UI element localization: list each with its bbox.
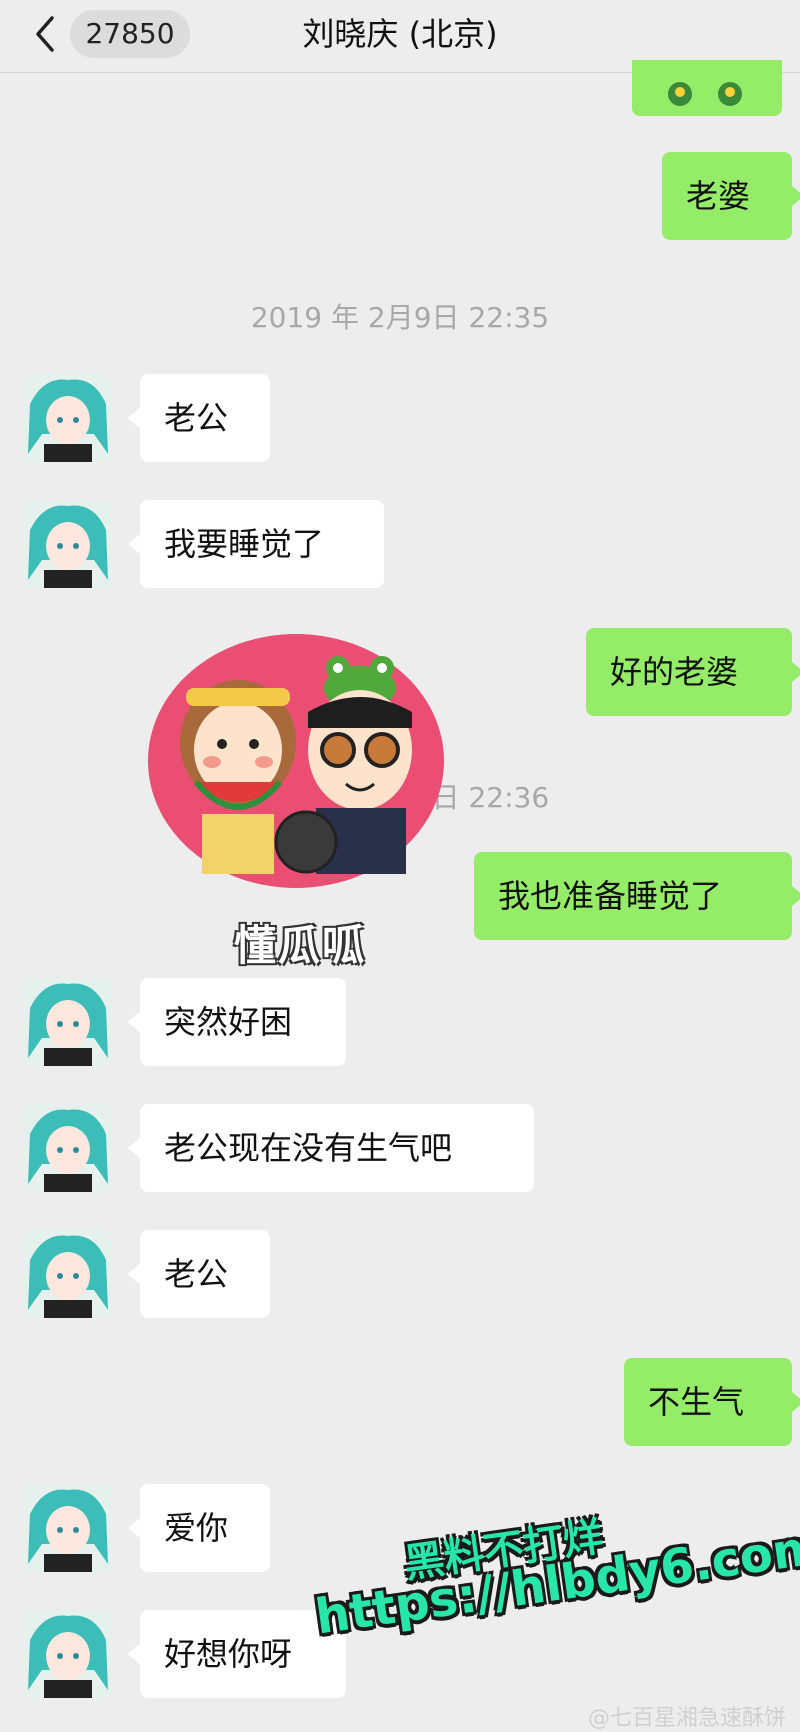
partial-outgoing-bubble (632, 60, 782, 116)
message-bubble-outgoing[interactable]: 不生气 (624, 1358, 800, 1446)
contact-avatar[interactable] (24, 1230, 112, 1318)
contact-avatar[interactable] (24, 1484, 112, 1572)
unread-count-badge[interactable]: 27850 (70, 10, 190, 58)
message-bubble-incoming[interactable]: 好想你呀 (128, 1610, 346, 1698)
contact-avatar[interactable] (24, 1610, 112, 1698)
message-bubble-outgoing[interactable]: 我也准备睡觉了 (474, 852, 800, 940)
message-bubble-incoming[interactable]: 老公 (128, 1230, 270, 1318)
timestamp: 2019 年 2月9日 22:35 (250, 301, 550, 334)
contact-avatar[interactable] (24, 500, 112, 588)
message-bubble-outgoing[interactable]: 老婆 (662, 152, 800, 240)
weibo-credit: @七百星湘急速酥饼 (587, 1706, 786, 1731)
contact-avatar[interactable] (24, 374, 112, 462)
message-bubble-outgoing[interactable]: 好的老婆 (586, 628, 800, 716)
message-bubble-incoming[interactable]: 我要睡觉了 (128, 500, 384, 588)
sticker-caption: 懂瓜呱 (233, 921, 366, 970)
message-bubble-incoming[interactable]: 爱你 (128, 1484, 270, 1572)
contact-avatar[interactable] (24, 978, 112, 1066)
couple-sticker-image (148, 634, 444, 888)
contact-avatar[interactable] (24, 1104, 112, 1192)
back-arrow-icon[interactable] (30, 12, 60, 56)
chat-title: 刘晓庆 (北京) (302, 15, 498, 53)
message-bubble-incoming[interactable]: 老公现在没有生气吧 (128, 1104, 534, 1192)
message-bubble-incoming[interactable]: 老公 (128, 374, 270, 462)
message-bubble-incoming[interactable]: 突然好困 (128, 978, 346, 1066)
frog-sticker-icon (668, 82, 742, 106)
